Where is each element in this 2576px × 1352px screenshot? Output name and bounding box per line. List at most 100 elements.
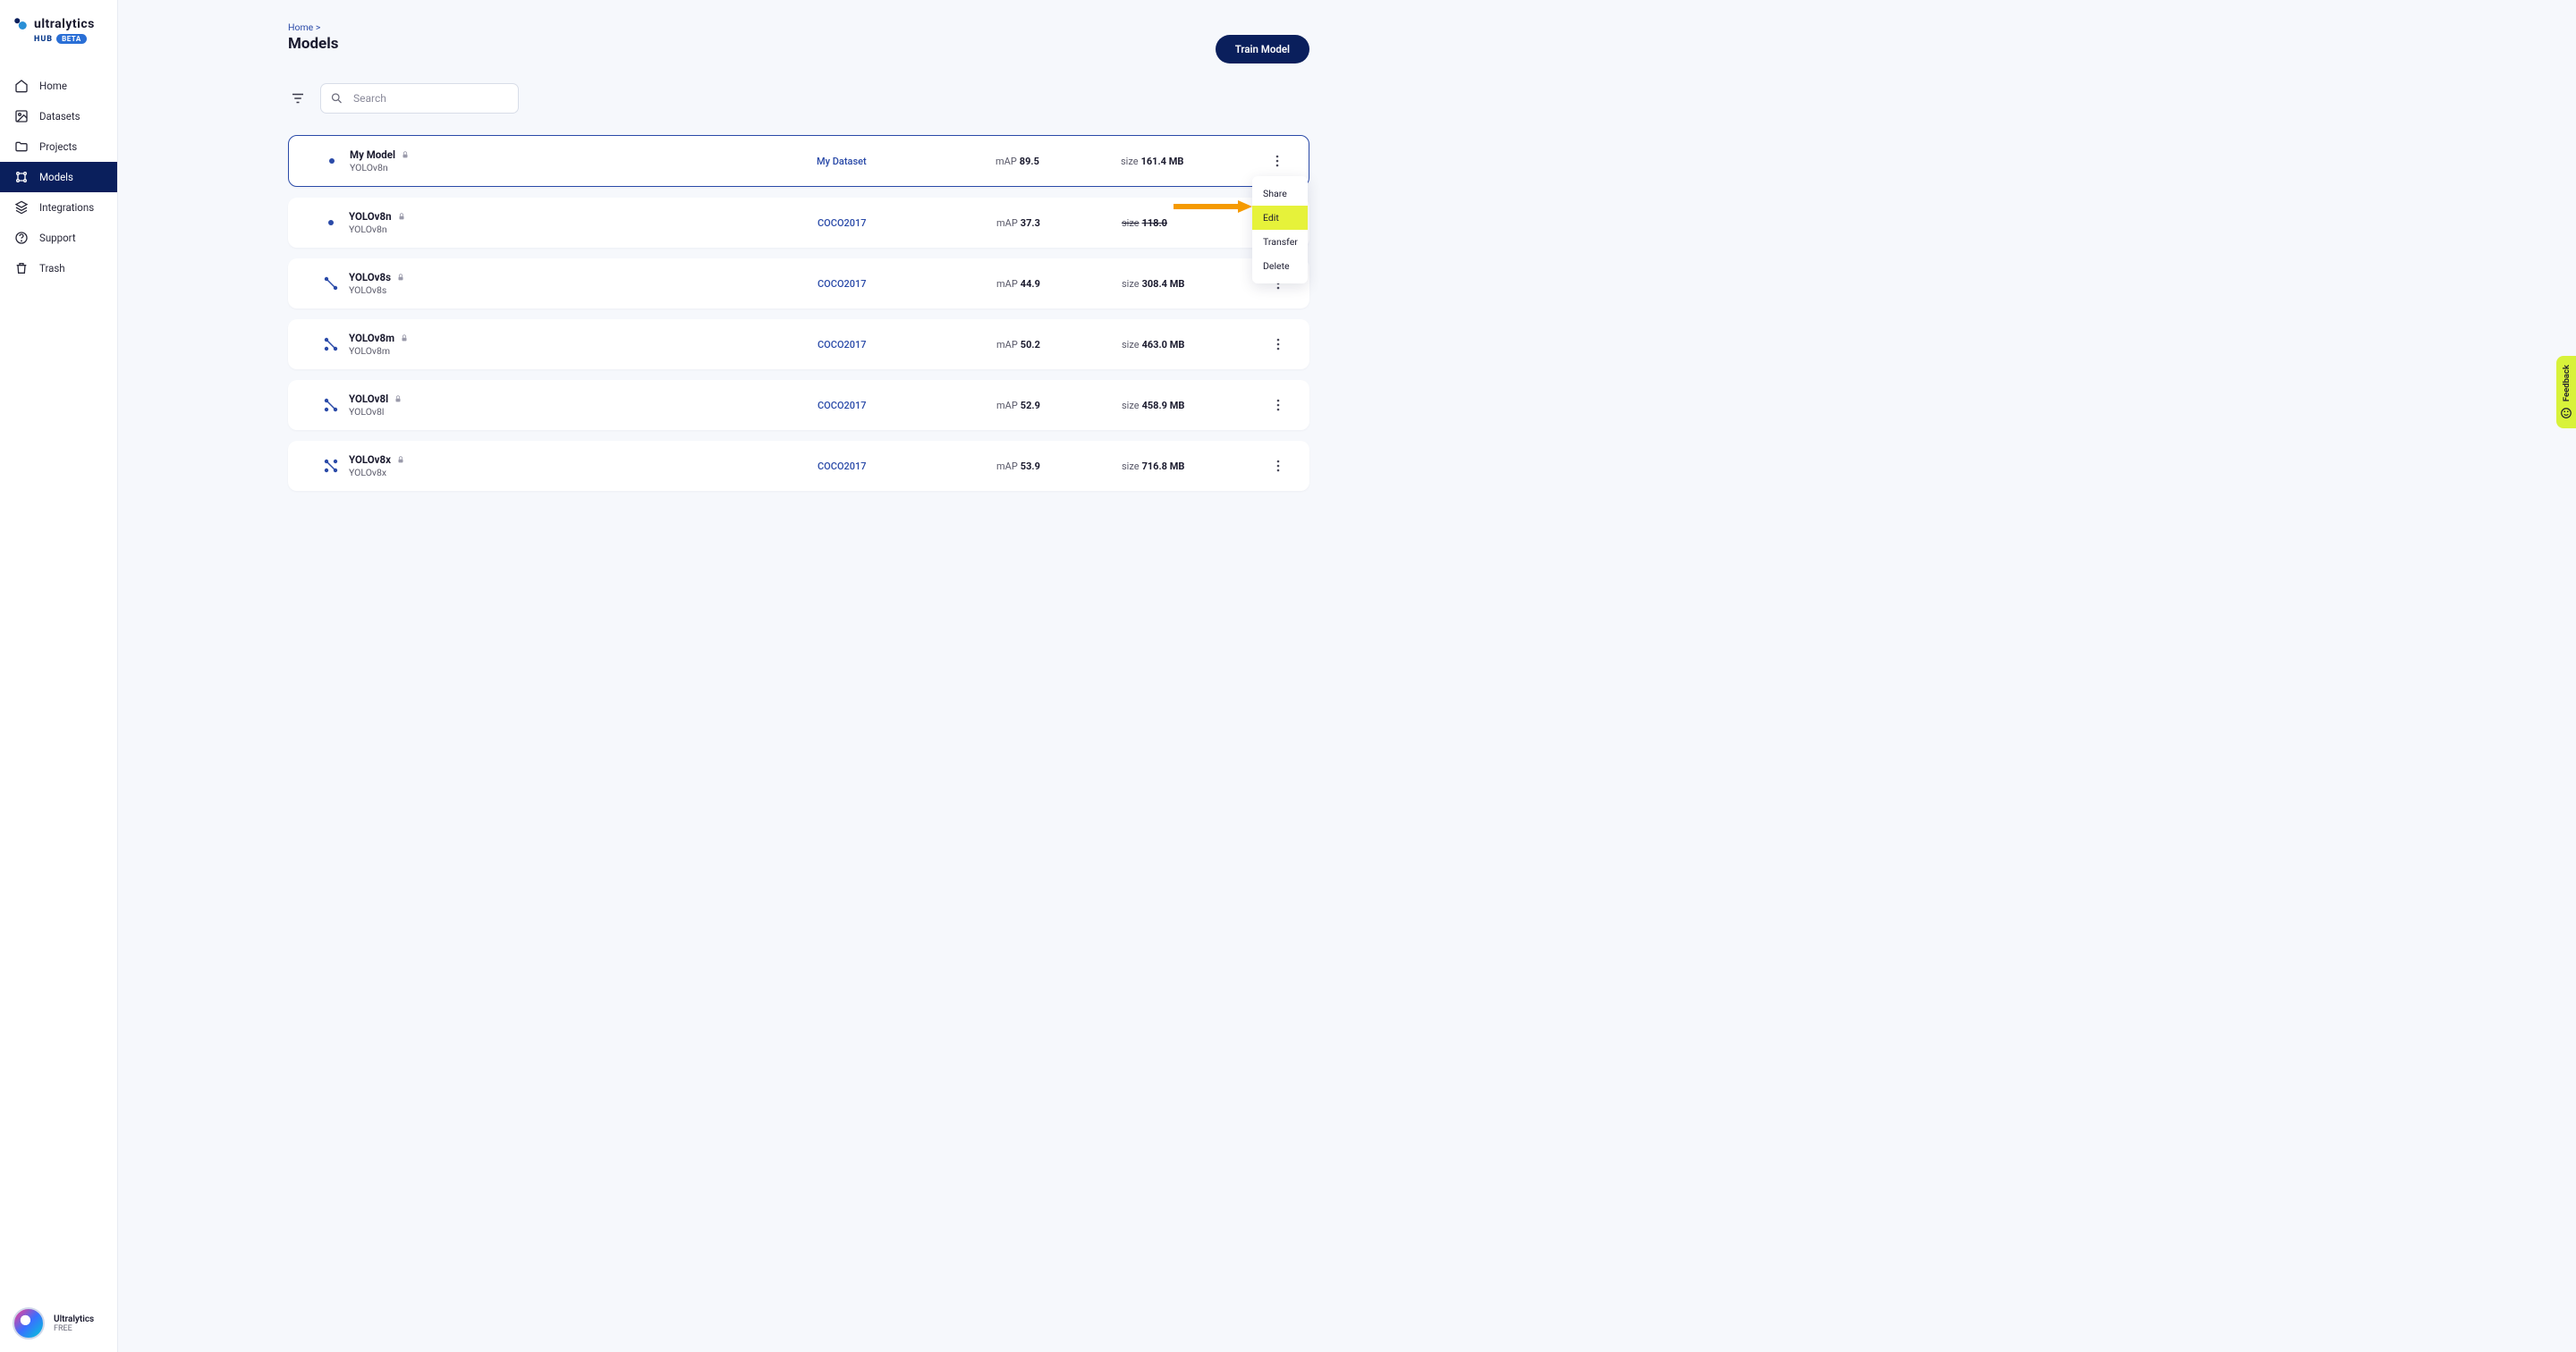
brand-hub: HUB (34, 35, 53, 44)
menu-transfer[interactable]: Transfer (1252, 230, 1308, 254)
model-name: YOLOv8x (349, 453, 391, 466)
model-map: mAP53.9 (996, 461, 1122, 472)
user-block[interactable]: Ultralytics FREE (0, 1295, 117, 1352)
brand-beta: BETA (56, 34, 87, 44)
nav-home[interactable]: Home (0, 71, 117, 101)
nav-label: Trash (39, 262, 65, 275)
nav-integrations[interactable]: Integrations (0, 192, 117, 223)
image-icon (14, 109, 29, 123)
model-size: size118.0 (1122, 217, 1265, 229)
lock-icon (401, 150, 410, 159)
model-name-block: YOLOv8l YOLOv8l (349, 393, 818, 418)
logo-icon (13, 16, 29, 32)
nav-label: Integrations (39, 201, 94, 214)
brand-name: ultralytics (34, 17, 95, 31)
feedback-tab[interactable]: Feedback (2556, 356, 2576, 428)
lock-icon (396, 273, 405, 282)
menu-delete[interactable]: Delete (1252, 254, 1308, 278)
model-row[interactable]: YOLOv8m YOLOv8m COCO2017 mAP50.2 size463… (288, 319, 1309, 369)
model-dataset[interactable]: COCO2017 (818, 461, 996, 472)
model-arch: YOLOv8l (349, 406, 818, 418)
model-arch: YOLOv8n (349, 224, 818, 235)
sidebar: ultralytics HUB BETA Home Datasets Proje… (0, 0, 118, 1352)
nav-models[interactable]: Models (0, 162, 117, 192)
search-input[interactable] (320, 83, 519, 114)
lock-icon (400, 334, 409, 342)
breadcrumb-sep: > (316, 21, 321, 33)
nav-datasets[interactable]: Datasets (0, 101, 117, 131)
nav-label: Datasets (39, 110, 80, 123)
model-dataset[interactable]: COCO2017 (818, 278, 996, 290)
model-name: YOLOv8s (349, 271, 391, 283)
model-dataset[interactable]: COCO2017 (818, 339, 996, 351)
smile-icon (2560, 407, 2572, 419)
model-list: My Model YOLOv8n My Dataset mAP89.5 size… (288, 135, 1309, 491)
model-map: mAP37.3 (996, 217, 1122, 229)
menu-edit[interactable]: Edit (1252, 206, 1308, 230)
lock-icon (397, 212, 406, 221)
more-icon (1275, 155, 1279, 167)
nav-label: Support (39, 232, 76, 244)
status-indicator (313, 275, 349, 292)
model-name: My Model (350, 148, 395, 161)
more-icon (1276, 460, 1280, 472)
status-indicator (313, 220, 349, 225)
folder-icon (14, 139, 29, 154)
nav-label: Home (39, 80, 67, 92)
lock-icon (396, 455, 405, 464)
nav-projects[interactable]: Projects (0, 131, 117, 162)
row-menu-button[interactable] (1265, 399, 1292, 411)
avatar (13, 1307, 45, 1339)
nav-support[interactable]: Support (0, 223, 117, 253)
model-dataset[interactable]: COCO2017 (818, 400, 996, 411)
model-name-block: YOLOv8m YOLOv8m (349, 332, 818, 357)
user-name: Ultralytics (54, 1314, 94, 1324)
model-row[interactable]: My Model YOLOv8n My Dataset mAP89.5 size… (288, 135, 1309, 187)
model-name: YOLOv8n (349, 210, 392, 223)
layers-icon (14, 200, 29, 215)
model-row[interactable]: YOLOv8l YOLOv8l COCO2017 mAP52.9 size458… (288, 380, 1309, 430)
train-model-button[interactable]: Train Model (1216, 35, 1309, 63)
status-indicator (313, 458, 349, 474)
model-map: mAP89.5 (996, 156, 1121, 167)
more-icon (1276, 338, 1280, 351)
grid-icon (14, 170, 29, 184)
model-map: mAP52.9 (996, 400, 1122, 411)
menu-share[interactable]: Share (1252, 182, 1308, 206)
status-indicator (314, 158, 350, 164)
model-map: mAP50.2 (996, 339, 1122, 351)
model-map: mAP44.9 (996, 278, 1122, 290)
model-row[interactable]: YOLOv8s YOLOv8s COCO2017 mAP44.9 size308… (288, 258, 1309, 308)
more-icon (1276, 399, 1280, 411)
home-icon (14, 79, 29, 93)
model-row[interactable]: YOLOv8n YOLOv8n COCO2017 mAP37.3 size118… (288, 198, 1309, 248)
model-size: size463.0 MB (1122, 339, 1265, 351)
filter-icon (290, 90, 306, 106)
filter-button[interactable] (288, 89, 308, 108)
status-indicator (313, 336, 349, 352)
model-name-block: YOLOv8n YOLOv8n (349, 210, 818, 235)
breadcrumb: Home > (288, 21, 1309, 33)
row-menu-button[interactable] (1264, 155, 1291, 167)
logo[interactable]: ultralytics HUB BETA (0, 0, 117, 53)
breadcrumb-home[interactable]: Home (288, 21, 313, 33)
page-title: Models (288, 35, 338, 53)
model-arch: YOLOv8n (350, 162, 817, 173)
main: Home > Models Train Model My Model YOLOv… (118, 0, 1352, 512)
row-menu-button[interactable] (1265, 338, 1292, 351)
row-menu-button[interactable] (1265, 460, 1292, 472)
model-dataset[interactable]: COCO2017 (818, 217, 996, 229)
model-row[interactable]: YOLOv8x YOLOv8x COCO2017 mAP53.9 size716… (288, 441, 1309, 491)
model-name: YOLOv8l (349, 393, 388, 405)
toolbar (288, 83, 1309, 114)
model-size: size308.4 MB (1122, 278, 1265, 290)
feedback-label: Feedback (2562, 365, 2572, 401)
nav-trash[interactable]: Trash (0, 253, 117, 283)
model-size: size716.8 MB (1122, 461, 1265, 472)
user-plan: FREE (54, 1324, 94, 1333)
search-wrap (320, 83, 519, 114)
model-name-block: My Model YOLOv8n (350, 148, 817, 173)
model-dataset[interactable]: My Dataset (817, 156, 996, 167)
nav: Home Datasets Projects Models Integratio… (0, 71, 117, 283)
search-icon (330, 92, 343, 106)
